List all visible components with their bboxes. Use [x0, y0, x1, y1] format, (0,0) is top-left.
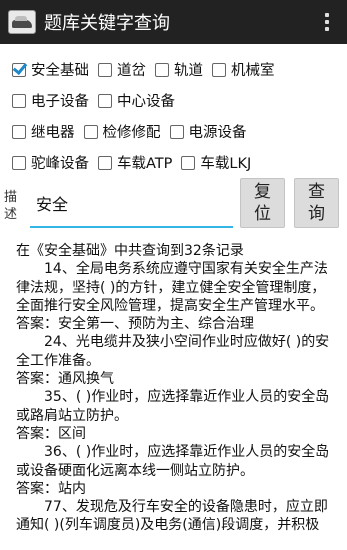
question-text: 35、( )作业时，应选择靠近作业人员的安全岛或路肩站立防护。 — [16, 389, 330, 424]
app-title: 题库关键字查询 — [44, 13, 170, 34]
checkbox-checked-icon[interactable] — [12, 62, 26, 77]
checkbox-label: 轨道 — [174, 63, 203, 79]
question-text: 14、全局电务系统应遵守国家有关安全生产法律法规，坚持( )的方针，建立健全安全… — [16, 261, 328, 314]
checkbox-label: 车载ATP — [117, 156, 173, 172]
answer-text: 答案：区间 — [16, 425, 86, 442]
question-text: 77、发现危及行车安全的设备隐患时，应立即通知( )(列车调度员)及电务(通信)… — [16, 499, 328, 534]
checkbox-label: 车载LKJ — [200, 156, 252, 172]
checkbox-unchecked-icon[interactable] — [212, 62, 226, 77]
checkbox-dianzishebei[interactable]: 电子设备 — [12, 90, 89, 111]
checkbox-label: 电源设备 — [188, 125, 247, 141]
checkbox-zhongxinshebei[interactable]: 中心设备 — [98, 90, 175, 111]
checkbox-label: 中心设备 — [117, 94, 175, 110]
answer-text: 答案：安全第一、预防为主、综合治理 — [16, 316, 254, 333]
search-input[interactable] — [30, 184, 233, 222]
checkbox-row: 安全基础 道岔 轨道 机械室 — [0, 54, 347, 85]
action-bar: 题库关键字查询 — [0, 0, 347, 44]
checkbox-dianyuanshebei[interactable]: 电源设备 — [169, 121, 247, 142]
category-checkbox-group: 安全基础 道岔 轨道 机械室 电子设备 中心设备 继电器 检修修配 电源设备 驼… — [0, 54, 347, 178]
search-button[interactable]: 查询 — [294, 178, 339, 228]
description-label: 描述 — [4, 190, 18, 222]
checkbox-unchecked-icon[interactable] — [169, 124, 184, 139]
reset-button[interactable]: 复位 — [240, 178, 285, 228]
checkbox-unchecked-icon[interactable] — [155, 62, 169, 77]
checkbox-label: 道岔 — [117, 63, 146, 79]
checkbox-label: 继电器 — [31, 125, 75, 141]
checkbox-row: 继电器 检修修配 电源设备 — [0, 116, 347, 147]
search-field-container — [30, 184, 233, 228]
checkbox-unchecked-icon[interactable] — [98, 93, 112, 108]
results-panel: 在《安全基础》中共查询到32条记录 14、全局电务系统应遵守国家有关安全生产法律… — [16, 242, 338, 535]
checkbox-guidao[interactable]: 轨道 — [155, 59, 203, 80]
checkbox-row: 驼峰设备 车载ATP 车载LKJ — [0, 147, 347, 178]
checkbox-jixieshi[interactable]: 机械室 — [212, 59, 275, 80]
checkbox-unchecked-icon[interactable] — [98, 62, 112, 77]
checkbox-unchecked-icon[interactable] — [98, 155, 112, 170]
checkbox-row: 电子设备 中心设备 — [0, 85, 347, 116]
checkbox-jianxiuxiupei[interactable]: 检修修配 — [83, 121, 161, 142]
checkbox-unchecked-icon[interactable] — [12, 93, 26, 108]
checkbox-jidianqi[interactable]: 继电器 — [12, 121, 75, 142]
checkbox-label: 机械室 — [231, 63, 275, 79]
checkbox-anquanjichu[interactable]: 安全基础 — [12, 59, 89, 80]
checkbox-chezai-lkj[interactable]: 车载LKJ — [181, 152, 251, 173]
checkbox-chezai-atp[interactable]: 车载ATP — [98, 152, 172, 173]
checkbox-daocha[interactable]: 道岔 — [98, 59, 146, 80]
checkbox-label: 检修修配 — [102, 125, 161, 141]
answer-text: 答案：站内 — [16, 480, 86, 497]
question-text: 36、( )作业时，应选择靠近作业人员的安全岛或设备硬面化远离本线一侧站立防护。 — [16, 444, 330, 479]
results-summary: 在《安全基础》中共查询到32条记录 — [16, 243, 244, 259]
overflow-menu-icon[interactable] — [315, 0, 339, 44]
answer-text: 答案：通风换气 — [16, 371, 114, 388]
checkbox-label: 驼峰设备 — [31, 156, 89, 172]
checkbox-unchecked-icon[interactable] — [181, 155, 196, 170]
checkbox-unchecked-icon[interactable] — [83, 124, 98, 139]
checkbox-tuofengshebei[interactable]: 驼峰设备 — [12, 152, 89, 173]
train-icon — [8, 10, 36, 34]
checkbox-label: 电子设备 — [31, 94, 89, 110]
checkbox-label: 安全基础 — [31, 63, 89, 79]
question-text: 24、光电缆井及狭小空间作业时应做好( )的安全工作准备。 — [16, 334, 330, 369]
checkbox-unchecked-icon[interactable] — [12, 124, 26, 139]
checkbox-unchecked-icon[interactable] — [12, 155, 26, 170]
